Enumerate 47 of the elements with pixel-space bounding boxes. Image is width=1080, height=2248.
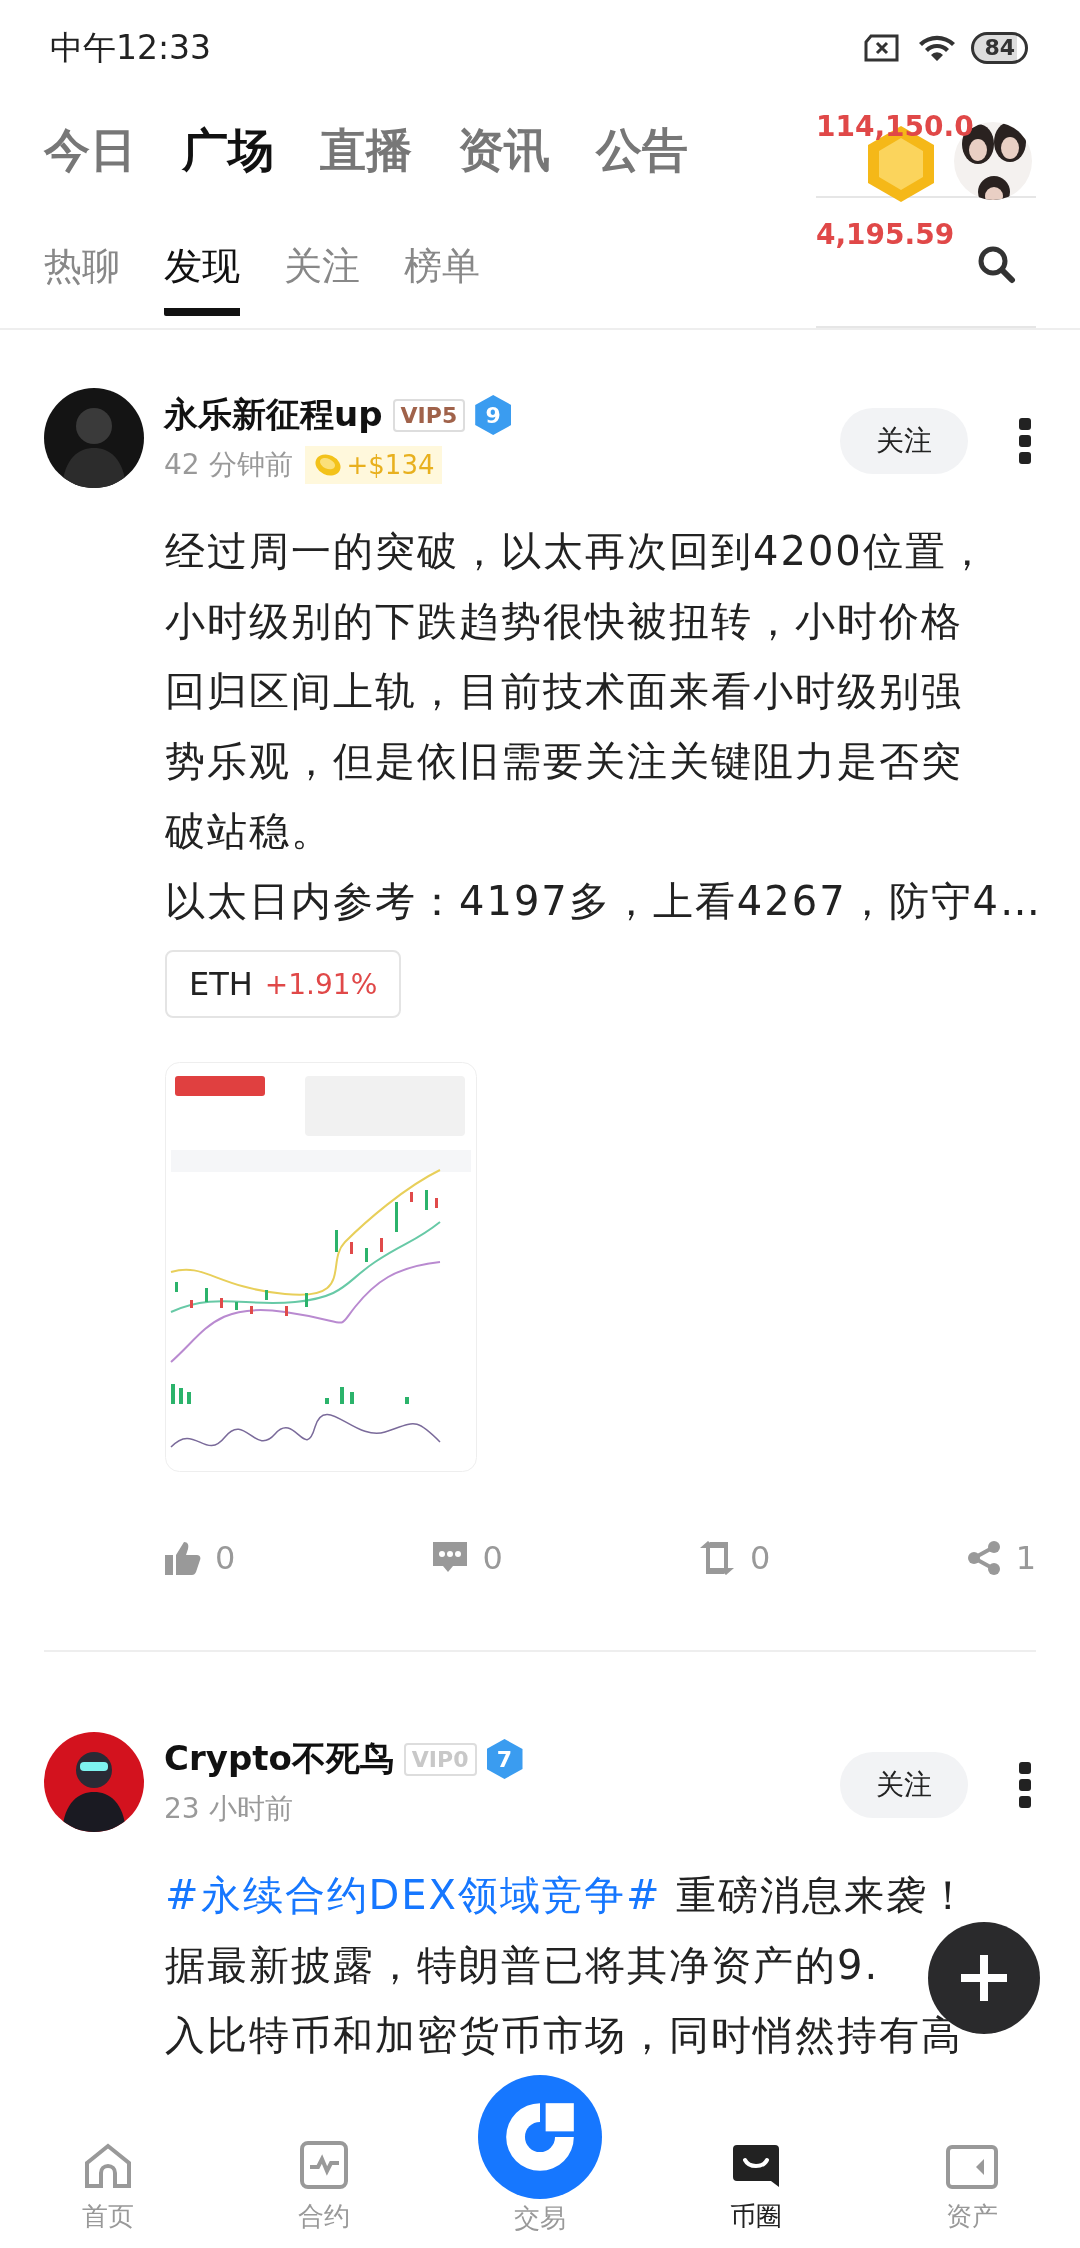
main-tab[interactable]: 广场 [182, 120, 274, 182]
main-tab[interactable]: 资讯 [458, 120, 550, 182]
coin-icon [312, 452, 343, 478]
reward-amount: +$134 [346, 450, 435, 480]
status-time: 中午12:33 [50, 26, 212, 69]
search-icon[interactable] [976, 244, 1016, 285]
follow-button[interactable]: 关注 [840, 408, 968, 474]
sub-tab[interactable]: 关注 [284, 216, 360, 316]
main-tab[interactable]: 公告 [596, 120, 688, 182]
coin-tag[interactable]: ETH +1.91% [165, 950, 402, 1018]
nav-tab[interactable]: 首页 [0, 2118, 216, 2248]
sub-tab[interactable]: 发现 [164, 216, 240, 316]
nav-tab[interactable]: 币圈 [648, 2118, 864, 2248]
home-icon [83, 2143, 133, 2189]
coin-change: +1.91% [264, 967, 378, 1001]
vip-tag: VIP5 [392, 398, 466, 432]
main-tab[interactable]: 今日 [44, 120, 136, 182]
post-time: 23 小时前 [164, 1791, 293, 1827]
main-tab[interactable]: 直播 [320, 120, 412, 182]
post-time: 42 分钟前 [164, 447, 293, 483]
action-button[interactable]: 0 [430, 1539, 503, 1577]
action-button[interactable]: 1 [965, 1539, 1036, 1577]
nav-tab[interactable]: 资产 [864, 2118, 1080, 2248]
sub-tab[interactable]: 榜单 [404, 216, 480, 316]
author-name[interactable]: Crypto不死鸟 [164, 1736, 394, 1782]
post-text: 经过周一的突破，以太再次回到4200位置， 小时级别的下跌趋势很快被扭转，小时价格 回归区间上轨，目前技术面来看小时级别强 势乐观，但是依旧需要关注关键阻力是否突 破站稳。 以太日内参考：4197多，上看4267，防守4… [165, 527, 1036, 926]
share-icon [965, 1540, 1002, 1576]
nav-tab[interactable]: 交易 [432, 2068, 648, 2248]
action-button[interactable]: 0 [165, 1539, 236, 1577]
action-button[interactable]: 0 [698, 1539, 771, 1577]
thumbs-up-icon [165, 1541, 201, 1575]
ticker-price[interactable]: 4,195.59 [816, 218, 955, 252]
more-icon[interactable] [1018, 418, 1032, 464]
topic-link[interactable]: #永续合约DEX领域竞争# [165, 1872, 662, 1918]
follow-button[interactable]: 关注 [840, 1752, 968, 1818]
chat-smile-icon [731, 2143, 781, 2189]
ticker-price[interactable]: 114,150.0 [816, 110, 974, 143]
plus-icon [961, 1955, 1007, 2001]
sub-tab[interactable]: 热聊 [44, 216, 120, 316]
nav-tab[interactable]: 合约 [216, 2118, 432, 2248]
author-name[interactable]: 永乐新征程up [164, 392, 383, 438]
level-badge: 7 [486, 1739, 523, 1779]
coin-symbol: ETH [189, 965, 253, 1003]
more-icon[interactable] [1018, 1762, 1032, 1808]
battery-icon: 84 [971, 32, 1028, 64]
wallet-icon [946, 2145, 998, 2189]
level-badge: 9 [475, 395, 512, 435]
